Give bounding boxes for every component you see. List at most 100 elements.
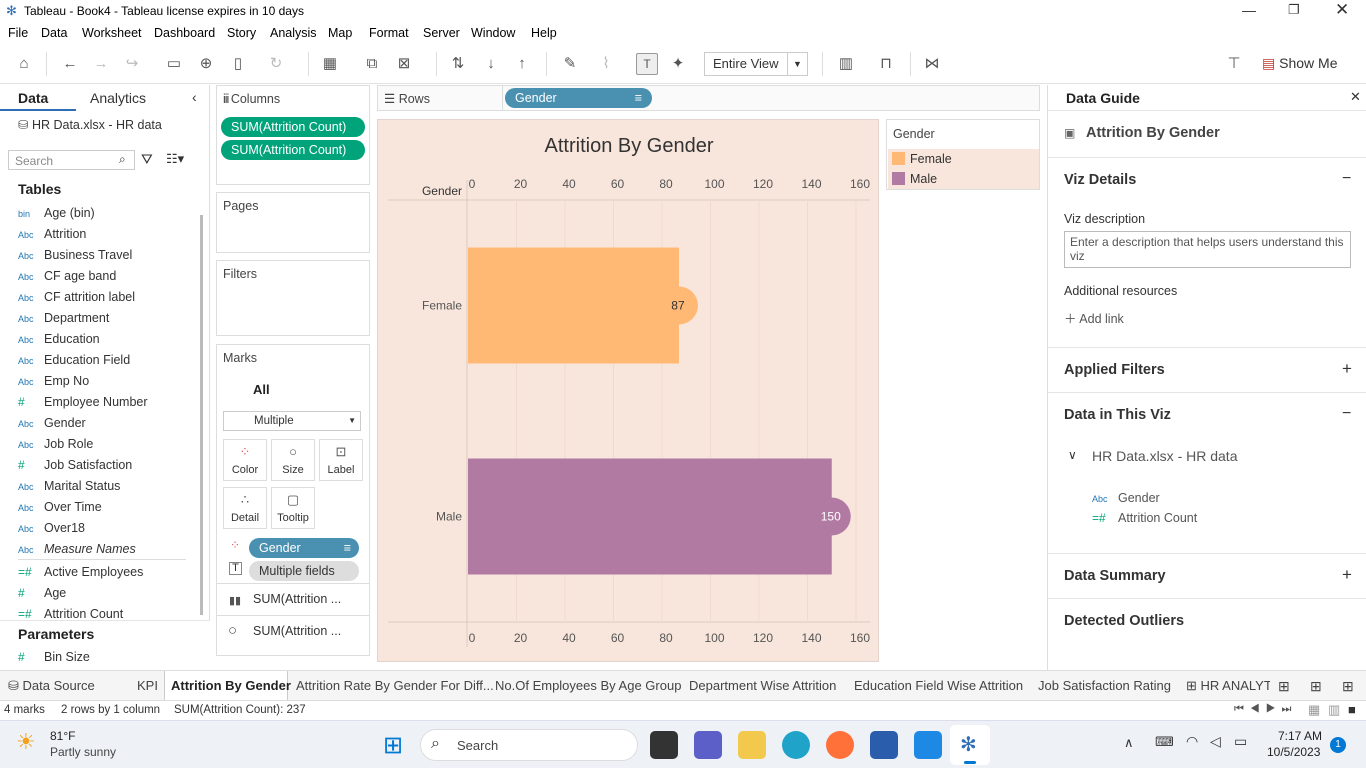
marks-all-tab[interactable]: All — [253, 382, 270, 397]
menu-worksheet[interactable]: Worksheet — [82, 26, 142, 40]
marks-section-bar[interactable]: ▮▮ SUM(Attrition ... — [217, 583, 369, 615]
label-card[interactable]: ⊡ Label — [319, 439, 363, 481]
field-age-bin[interactable]: bin Age (bin) — [18, 206, 95, 226]
tableau-taskbar-button[interactable]: ✻ — [950, 725, 990, 765]
field-age[interactable]: # Age — [18, 586, 66, 606]
expand-icon[interactable]: + — [1342, 359, 1352, 379]
replay-icon[interactable]: ↪ — [122, 54, 142, 74]
tab-education-field-wise[interactable]: Education Field Wise Attrition — [854, 678, 1023, 693]
field-education[interactable]: Abc Education — [18, 332, 100, 352]
viz-description-input[interactable]: Enter a description that helps users und… — [1064, 231, 1351, 268]
wifi-icon[interactable]: ◠ — [1186, 733, 1198, 750]
field-active-employees[interactable]: =# Active Employees — [18, 565, 143, 585]
columns-pill-1[interactable]: SUM(Attrition Count) — [221, 117, 365, 137]
menu-analysis[interactable]: Analysis — [270, 26, 317, 40]
parameter-bin-size[interactable]: # Bin Size — [18, 650, 90, 670]
clock-date[interactable]: 10/5/2023 — [1267, 745, 1320, 759]
view-options-icon[interactable]: ☷▾ — [166, 151, 184, 167]
tooltip-card[interactable]: ▢ Tooltip — [271, 487, 315, 529]
field-emp-no[interactable]: Abc Emp No — [18, 374, 89, 394]
tab-department-wise[interactable]: Department Wise Attrition — [689, 678, 836, 693]
marks-section-circle[interactable]: ○ SUM(Attrition ... — [217, 615, 369, 647]
refresh-icon[interactable]: ↻ — [266, 54, 286, 74]
weather-icon[interactable]: ☀ — [16, 729, 36, 755]
data-source-item[interactable]: ⛁ HR Data.xlsx - HR data — [18, 117, 208, 132]
field-job-role[interactable]: Abc Job Role — [18, 437, 93, 457]
multiple-fields-pill[interactable]: Multiple fields — [249, 561, 359, 581]
tab-attrition-rate[interactable]: Attrition Rate By Gender For Diff... — [296, 678, 494, 693]
collapse-icon[interactable]: − — [1342, 405, 1351, 423]
clear-sheet-icon[interactable]: ⊠ — [394, 54, 414, 74]
chevron-up-icon[interactable]: ∧ — [1124, 735, 1134, 751]
new-story-tab-icon[interactable]: ⊞ — [1342, 678, 1354, 695]
tab-analytics[interactable]: Analytics ‹ — [76, 85, 210, 111]
menu-dashboard[interactable]: Dashboard — [154, 26, 215, 40]
menu-data[interactable]: Data — [41, 26, 67, 40]
show-me-button[interactable]: ▤ Show Me — [1262, 55, 1337, 72]
field-department[interactable]: Abc Department — [18, 311, 109, 331]
field-over18[interactable]: Abc Over18 — [18, 521, 85, 541]
rows-shelf[interactable]: ☰ Rows Gender ≡ — [377, 85, 1040, 111]
file-explorer-icon[interactable] — [738, 731, 766, 759]
restore-icon[interactable]: ❐ — [1288, 2, 1300, 18]
undo-icon[interactable]: ← — [60, 54, 80, 74]
chevron-down-icon[interactable]: ∨ — [1068, 448, 1077, 462]
tab-data[interactable]: Data — [0, 85, 76, 111]
color-card[interactable]: ⁘ Color — [223, 439, 267, 481]
edge-icon[interactable] — [782, 731, 810, 759]
close-icon[interactable]: ✕ — [1350, 89, 1361, 105]
new-worksheet-tab-icon[interactable]: ⊞ — [1278, 678, 1290, 695]
field-job-satisfaction[interactable]: # Job Satisfaction — [18, 458, 132, 478]
tab-kpi[interactable]: KPI — [137, 678, 158, 693]
filter-icon[interactable]: ⛛ — [141, 151, 153, 168]
home-icon[interactable]: ⌂ — [14, 54, 34, 74]
legend-item-female[interactable]: Female — [888, 149, 1039, 169]
gender-color-pill[interactable]: Gender ≡ — [249, 538, 359, 558]
add-link-button[interactable]: ＋ Add link — [1064, 308, 1124, 327]
minimize-icon[interactable]: — — [1242, 2, 1256, 18]
volume-icon[interactable]: ◁ — [1210, 733, 1221, 750]
presentation-mode-icon[interactable]: ⊓ — [876, 54, 896, 74]
tab-employees-by-age[interactable]: No.Of Employees By Age Group — [495, 678, 681, 693]
new-dashboard-tab-icon[interactable]: ⊞ — [1310, 678, 1322, 695]
tab-attrition-by-gender[interactable]: Attrition By Gender — [164, 671, 291, 700]
menu-server[interactable]: Server — [423, 26, 460, 40]
windows-start-icon[interactable]: ⊞ — [383, 731, 403, 760]
fit-dropdown[interactable]: Entire View ▼ — [704, 52, 808, 76]
show-labels-icon[interactable]: T — [636, 53, 658, 75]
field-marital-status[interactable]: Abc Marital Status — [18, 479, 120, 499]
tab-job-satisfaction[interactable]: Job Satisfaction Rating — [1038, 678, 1171, 693]
collapse-pane-icon[interactable]: ‹ — [192, 89, 197, 105]
size-card[interactable]: ○ Size — [271, 439, 315, 481]
taskbar-search[interactable]: ⌕ Search — [420, 729, 638, 761]
collapse-icon[interactable]: − — [1342, 170, 1351, 188]
tab-hr-analytics[interactable]: ⊞ HR ANALYT — [1186, 678, 1270, 694]
swap-rows-columns-icon[interactable]: ⇅ — [448, 54, 468, 74]
share-icon[interactable]: ⋈ — [922, 54, 942, 74]
menu-story[interactable]: Story — [227, 26, 256, 40]
sort-descending-icon[interactable]: ↑ — [512, 54, 532, 74]
field-gender[interactable]: Abc Gender — [18, 416, 86, 436]
task-view-icon[interactable] — [650, 731, 678, 759]
notification-badge[interactable]: 1 — [1330, 737, 1346, 753]
pages-shelf[interactable]: Pages — [216, 192, 370, 253]
field-cf-attrition-label[interactable]: Abc CF attrition label — [18, 290, 135, 310]
filmstrip-view-icon[interactable]: ▥ — [1328, 702, 1340, 718]
legend-item-male[interactable]: Male — [888, 169, 1039, 189]
field-education-field[interactable]: Abc Education Field — [18, 353, 130, 373]
photos-icon[interactable] — [914, 731, 942, 759]
expand-icon[interactable]: + — [1342, 565, 1352, 585]
redo-icon[interactable]: → — [91, 54, 111, 74]
menu-window[interactable]: Window — [471, 26, 515, 40]
columns-pill-2[interactable]: SUM(Attrition Count) — [221, 140, 365, 160]
sheet-navigation-icon[interactable]: ⏮◀▶⏭ — [1234, 703, 1297, 716]
menu-help[interactable]: Help — [531, 26, 557, 40]
group-icon[interactable]: ⌇ — [596, 54, 616, 74]
store-icon[interactable] — [870, 731, 898, 759]
tab-data-source[interactable]: ⛁ Data Source — [8, 678, 95, 694]
columns-shelf[interactable]: iii Columns SUM(Attrition Count) SUM(Att… — [216, 85, 370, 185]
keyboard-icon[interactable]: ⌨ — [1155, 734, 1174, 750]
search-input[interactable]: Search ⌕ — [8, 150, 135, 170]
battery-icon[interactable]: ▭ — [1234, 733, 1247, 750]
new-data-source-icon[interactable]: ⊕ — [196, 54, 216, 74]
